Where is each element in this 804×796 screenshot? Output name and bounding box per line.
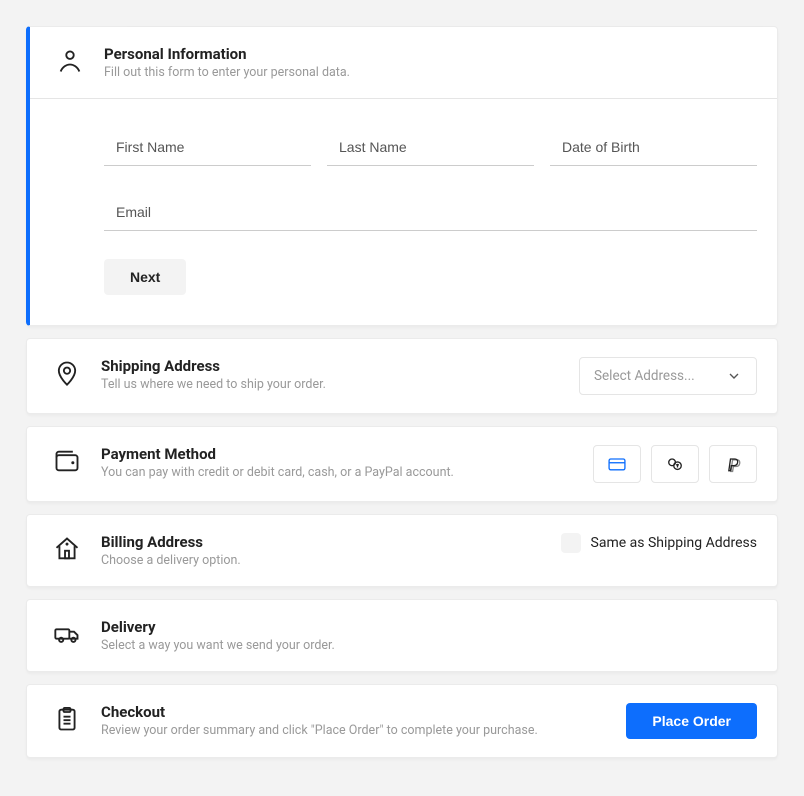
- panel-header: Payment Method You can pay with credit o…: [27, 427, 777, 501]
- panel-title: Billing Address: [101, 533, 561, 551]
- dob-field: [550, 129, 757, 166]
- panel-checkout[interactable]: Checkout Review your order summary and c…: [26, 684, 778, 758]
- panel-title: Personal Information: [104, 45, 757, 63]
- wallet-icon: [47, 445, 87, 475]
- panel-payment[interactable]: Payment Method You can pay with credit o…: [26, 426, 778, 502]
- paypal-icon: [723, 454, 743, 474]
- same-as-shipping-checkbox[interactable]: Same as Shipping Address: [561, 533, 757, 553]
- address-select[interactable]: Select Address...: [579, 357, 757, 395]
- location-pin-icon: [47, 357, 87, 387]
- form-row: [104, 194, 757, 231]
- place-order-button[interactable]: Place Order: [626, 703, 757, 739]
- payment-option-card[interactable]: [593, 445, 641, 483]
- panel-subtitle: Tell us where we need to ship your order…: [101, 377, 579, 392]
- credit-card-icon: [607, 454, 627, 474]
- truck-icon: [47, 618, 87, 648]
- panel-title: Checkout: [101, 703, 626, 721]
- panel-title-block: Billing Address Choose a delivery option…: [101, 533, 561, 568]
- panel-shipping[interactable]: Shipping Address Tell us where we need t…: [26, 338, 778, 414]
- panel-aside: Place Order: [626, 703, 757, 739]
- select-placeholder: Select Address...: [594, 368, 695, 384]
- chevron-down-icon: [726, 368, 742, 384]
- house-icon: [47, 533, 87, 563]
- panel-title-block: Personal Information Fill out this form …: [104, 45, 757, 80]
- dob-input[interactable]: [550, 129, 757, 166]
- panel-subtitle: Choose a delivery option.: [101, 553, 561, 568]
- first-name-field: [104, 129, 311, 166]
- panel-header: Billing Address Choose a delivery option…: [27, 515, 777, 586]
- next-button[interactable]: Next: [104, 259, 186, 295]
- panel-header: Personal Information Fill out this form …: [30, 27, 777, 99]
- last-name-field: [327, 129, 534, 166]
- panel-header: Shipping Address Tell us where we need t…: [27, 339, 777, 413]
- form-row: [104, 129, 757, 166]
- form-actions: Next: [104, 259, 757, 295]
- panel-title-block: Delivery Select a way you want we send y…: [101, 618, 757, 653]
- first-name-input[interactable]: [104, 129, 311, 166]
- panel-body: Next: [30, 99, 777, 325]
- payment-option-paypal[interactable]: [709, 445, 757, 483]
- panel-subtitle: You can pay with credit or debit card, c…: [101, 465, 593, 480]
- panel-billing[interactable]: Billing Address Choose a delivery option…: [26, 514, 778, 587]
- checkbox-box: [561, 533, 581, 553]
- panel-aside: Same as Shipping Address: [561, 533, 757, 553]
- panel-subtitle: Select a way you want we send your order…: [101, 638, 757, 653]
- panel-title: Payment Method: [101, 445, 593, 463]
- cash-icon: [665, 454, 685, 474]
- last-name-input[interactable]: [327, 129, 534, 166]
- panel-title-block: Checkout Review your order summary and c…: [101, 703, 626, 738]
- email-field: [104, 194, 757, 231]
- clipboard-icon: [47, 703, 87, 733]
- panel-subtitle: Fill out this form to enter your persona…: [104, 65, 757, 80]
- panel-aside: Select Address...: [579, 357, 757, 395]
- panel-title: Shipping Address: [101, 357, 579, 375]
- panel-title-block: Payment Method You can pay with credit o…: [101, 445, 593, 480]
- user-icon: [50, 45, 90, 75]
- panel-title-block: Shipping Address Tell us where we need t…: [101, 357, 579, 392]
- email-input[interactable]: [104, 194, 757, 231]
- payment-option-cash[interactable]: [651, 445, 699, 483]
- panel-header: Delivery Select a way you want we send y…: [27, 600, 777, 671]
- panel-header: Checkout Review your order summary and c…: [27, 685, 777, 757]
- payment-options: [593, 445, 757, 483]
- panel-delivery[interactable]: Delivery Select a way you want we send y…: [26, 599, 778, 672]
- panel-personal-info: Personal Information Fill out this form …: [26, 26, 778, 326]
- checkbox-label: Same as Shipping Address: [591, 535, 757, 551]
- panel-title: Delivery: [101, 618, 757, 636]
- panel-subtitle: Review your order summary and click "Pla…: [101, 723, 626, 738]
